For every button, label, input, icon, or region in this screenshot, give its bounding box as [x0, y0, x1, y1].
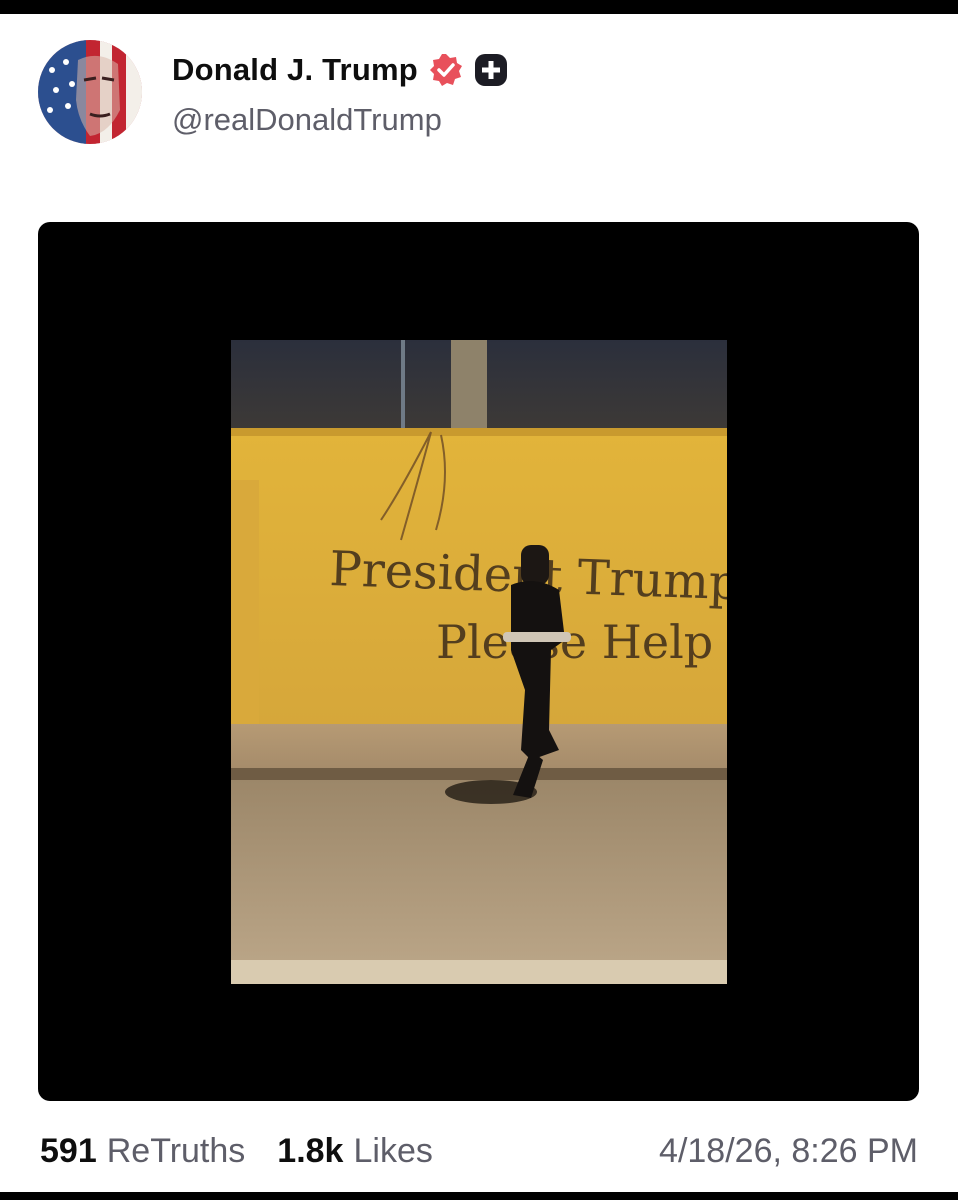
wall-graffiti-line2: Please Help	[436, 615, 713, 669]
likes-label: Likes	[353, 1131, 433, 1170]
name-row: Donald J. Trump	[172, 50, 508, 90]
verified-badge-icon	[428, 52, 464, 88]
retruths-label: ReTruths	[106, 1131, 246, 1170]
retruths-stat[interactable]: 591 ReTruths	[40, 1132, 245, 1171]
likes-stat[interactable]: 1.8k Likes	[277, 1132, 433, 1171]
post-timestamp[interactable]: 4/18/26, 8:26 PM	[659, 1132, 918, 1171]
display-name[interactable]: Donald J. Trump	[172, 52, 418, 88]
plus-badge-icon	[474, 53, 508, 87]
avatar[interactable]	[38, 40, 142, 144]
likes-count: 1.8k	[277, 1131, 344, 1170]
user-handle[interactable]: @realDonaldTrump	[172, 102, 442, 138]
video-media-card[interactable]: President Trump Please Help	[38, 222, 919, 1101]
retruths-count: 591	[40, 1131, 97, 1170]
post-footer: 591 ReTruths 1.8k Likes 4/18/26, 8:26 PM	[40, 1128, 918, 1174]
top-edge-bar	[0, 0, 958, 14]
post-header: Donald J. Trump @realDonaldTrump	[38, 40, 918, 144]
video-frame[interactable]: President Trump Please Help	[231, 340, 727, 984]
bottom-edge-bar	[0, 1192, 958, 1200]
